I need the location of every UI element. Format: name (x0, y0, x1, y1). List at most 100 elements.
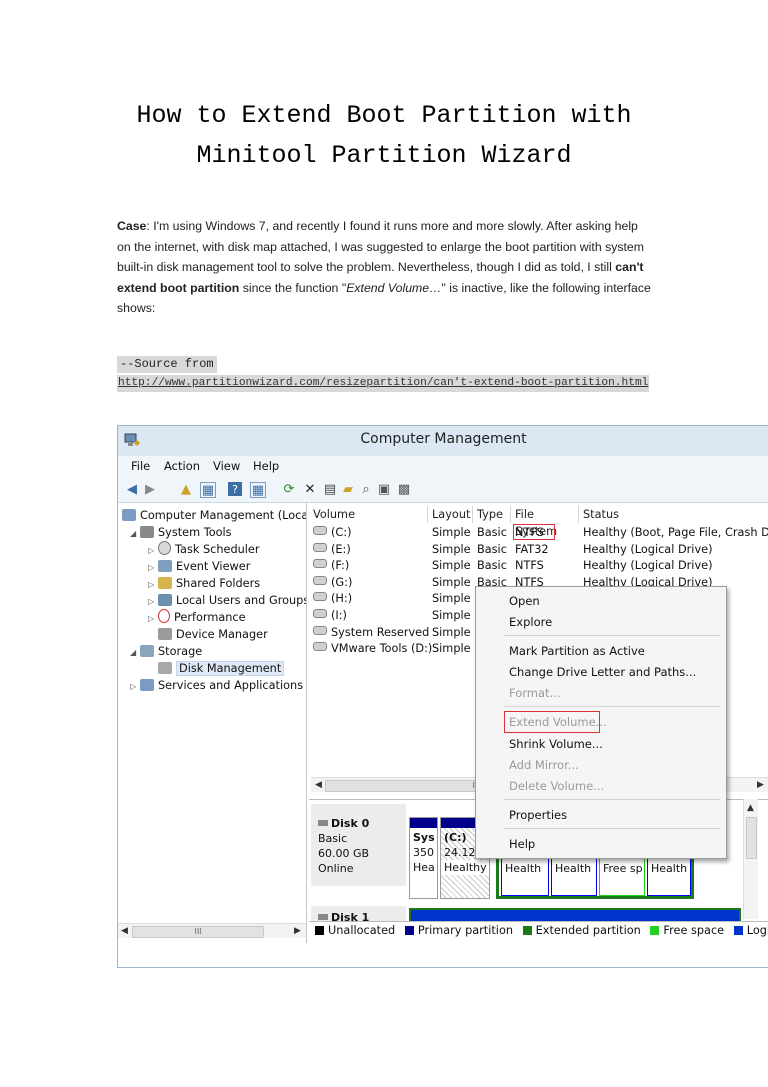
volume-row-4-volume[interactable]: (H:) (313, 590, 352, 607)
scroll-left-icon[interactable]: ◀ (315, 778, 322, 792)
tree-item-shared-folders[interactable]: ▷ Shared Folders (148, 575, 260, 592)
collapsed-arrow-icon[interactable]: ▷ (148, 576, 158, 593)
volume-row-0-type[interactable]: Basic (477, 524, 507, 541)
ctx-shrink-volume[interactable]: Shrink Volume... (509, 735, 603, 753)
tree-item-event-viewer[interactable]: ▷ Event Viewer (148, 558, 250, 575)
volume-row-2-fs[interactable]: NTFS (515, 557, 544, 574)
column-volume[interactable]: Volume (309, 506, 428, 523)
up-folder-icon[interactable]: ▲ (178, 482, 194, 498)
refresh-icon[interactable]: ⟳ (281, 482, 297, 498)
column-file-system[interactable]: File System (511, 506, 579, 538)
ctx-add-mirror: Add Mirror... (509, 758, 579, 772)
menu-action[interactable]: Action (164, 459, 200, 473)
disk-0-info[interactable]: Disk 0 Basic 60.00 GB Online (311, 804, 406, 886)
services-icon (140, 679, 154, 691)
tree-item-system-tools[interactable]: ◢ System Tools (130, 524, 232, 541)
volume-row-7-layout[interactable]: Simple (432, 640, 471, 657)
tree-item-performance[interactable]: ▷ Performance (148, 609, 246, 626)
column-status[interactable]: Status (579, 506, 768, 523)
volume-row-4-layout[interactable]: Simple (432, 590, 471, 607)
column-type[interactable]: Type (473, 506, 511, 523)
volume-row-2-type[interactable]: Basic (477, 557, 507, 574)
tree-item-device-manager[interactable]: Device Manager (158, 626, 268, 643)
tree-scroll-thumb[interactable]: III (132, 926, 264, 938)
open-folder-icon[interactable]: ▰ (340, 482, 356, 498)
column-layout[interactable]: Layout (428, 506, 473, 523)
source-link[interactable]: http://www.partitionwizard.com/resizepar… (117, 375, 650, 392)
forward-arrow-icon[interactable]: ▶ (142, 482, 158, 498)
volume-row-5-layout[interactable]: Simple (432, 607, 471, 624)
case-italic: Extend Volume… (346, 280, 442, 295)
disk-0-name: Disk 0 (318, 816, 406, 831)
tree-item-storage[interactable]: ◢ Storage (130, 643, 202, 660)
scroll-right-icon[interactable]: ▶ (757, 778, 764, 792)
volume-row-2-status[interactable]: Healthy (Logical Drive) (583, 557, 712, 574)
tree-item-services-applications[interactable]: ▷ Services and Applications (130, 677, 303, 694)
ctx-mark-active[interactable]: Mark Partition as Active (509, 642, 645, 660)
navigation-tree: Computer Management (Local ◢ System Tools… (118, 503, 307, 943)
scroll-up-icon[interactable]: ▲ (747, 801, 754, 815)
disk-map-scroll-thumb[interactable] (746, 817, 757, 859)
scroll-left-icon[interactable]: ◀ (121, 924, 128, 938)
volume-name: System Reserved (331, 625, 430, 639)
properties-icon[interactable]: ▤ (322, 482, 338, 498)
collapsed-arrow-icon[interactable]: ▷ (148, 542, 158, 559)
ctx-change-drive-letter[interactable]: Change Drive Letter and Paths... (509, 663, 696, 681)
title-line-2: Minitool Partition Wizard (196, 141, 572, 170)
disk-icon[interactable]: ▣ (376, 482, 392, 498)
volume-name: (E:) (331, 542, 351, 556)
menu-view[interactable]: View (213, 459, 240, 473)
volume-row-0-layout[interactable]: Simple (432, 524, 471, 541)
collapsed-arrow-icon[interactable]: ▷ (130, 678, 140, 695)
volume-row-3-layout[interactable]: Simple (432, 574, 471, 591)
volume-row-2-volume[interactable]: (F:) (313, 557, 349, 574)
disk-map-vertical-scrollbar[interactable]: ▲ (743, 799, 758, 919)
tree-item-disk-management[interactable]: Disk Management (158, 660, 285, 677)
tree-horizontal-scrollbar[interactable]: ◀ III ▶ (118, 923, 306, 938)
search-icon[interactable]: ⌕ (358, 482, 374, 498)
delete-icon[interactable]: ✕ (302, 482, 318, 498)
collapsed-arrow-icon[interactable]: ▷ (148, 593, 158, 610)
action-pane-icon[interactable]: ▦ (250, 482, 266, 498)
volume-row-6-layout[interactable]: Simple (432, 624, 471, 641)
clock-icon (158, 541, 171, 555)
tree-item-local-users[interactable]: ▷ Local Users and Groups (148, 592, 306, 610)
volume-row-1-volume[interactable]: (E:) (313, 541, 351, 558)
volume-row-6-volume[interactable]: System Reserved (313, 624, 429, 641)
menu-file[interactable]: File (131, 459, 150, 473)
volume-row-1-layout[interactable]: Simple (432, 541, 471, 558)
expanded-arrow-icon[interactable]: ◢ (130, 644, 140, 661)
ctx-help[interactable]: Help (509, 835, 535, 853)
ctx-properties[interactable]: Properties (509, 806, 567, 824)
ctx-separator (504, 635, 720, 636)
collapsed-arrow-icon[interactable]: ▷ (148, 610, 158, 627)
volume-row-7-volume[interactable]: VMware Tools (D:) (313, 640, 432, 657)
menu-help[interactable]: Help (253, 459, 279, 473)
collapsed-arrow-icon[interactable]: ▷ (148, 559, 158, 576)
volume-row-1-type[interactable]: Basic (477, 541, 507, 558)
volume-row-1-status[interactable]: Healthy (Logical Drive) (583, 541, 712, 558)
volume-row-0-volume[interactable]: (C:) (313, 524, 352, 541)
volume-row-3-volume[interactable]: (G:) (313, 574, 352, 591)
tree-item-computer-management[interactable]: Computer Management (Local (122, 507, 306, 524)
show-hide-tree-icon[interactable]: ▦ (200, 482, 216, 498)
volume-row-1-fs[interactable]: FAT32 (515, 541, 549, 558)
legend-swatch-free (650, 926, 660, 935)
ctx-open[interactable]: Open (509, 592, 540, 610)
drive-icon (313, 575, 327, 585)
drive-icon (313, 526, 327, 535)
ctx-explore[interactable]: Explore (509, 613, 552, 631)
partition-system-reserved[interactable]: Sys 350 Hea (409, 817, 438, 899)
volume-row-0-status[interactable]: Healthy (Boot, Page File, Crash Du (583, 524, 768, 541)
scroll-right-icon[interactable]: ▶ (294, 924, 301, 938)
tree-item-task-scheduler[interactable]: ▷ Task Scheduler (148, 541, 260, 558)
back-arrow-icon[interactable]: ◀ (124, 482, 140, 498)
expanded-arrow-icon[interactable]: ◢ (130, 525, 140, 542)
volume-row-5-volume[interactable]: (I:) (313, 607, 347, 624)
help-icon[interactable]: ? (228, 482, 242, 496)
extend-volume-highlight-box (504, 711, 600, 733)
menu-bar: File Action View Help (118, 456, 768, 478)
disk-0-state: Online (318, 862, 354, 875)
volume-row-2-layout[interactable]: Simple (432, 557, 471, 574)
settings-icon[interactable]: ▩ (396, 482, 412, 498)
